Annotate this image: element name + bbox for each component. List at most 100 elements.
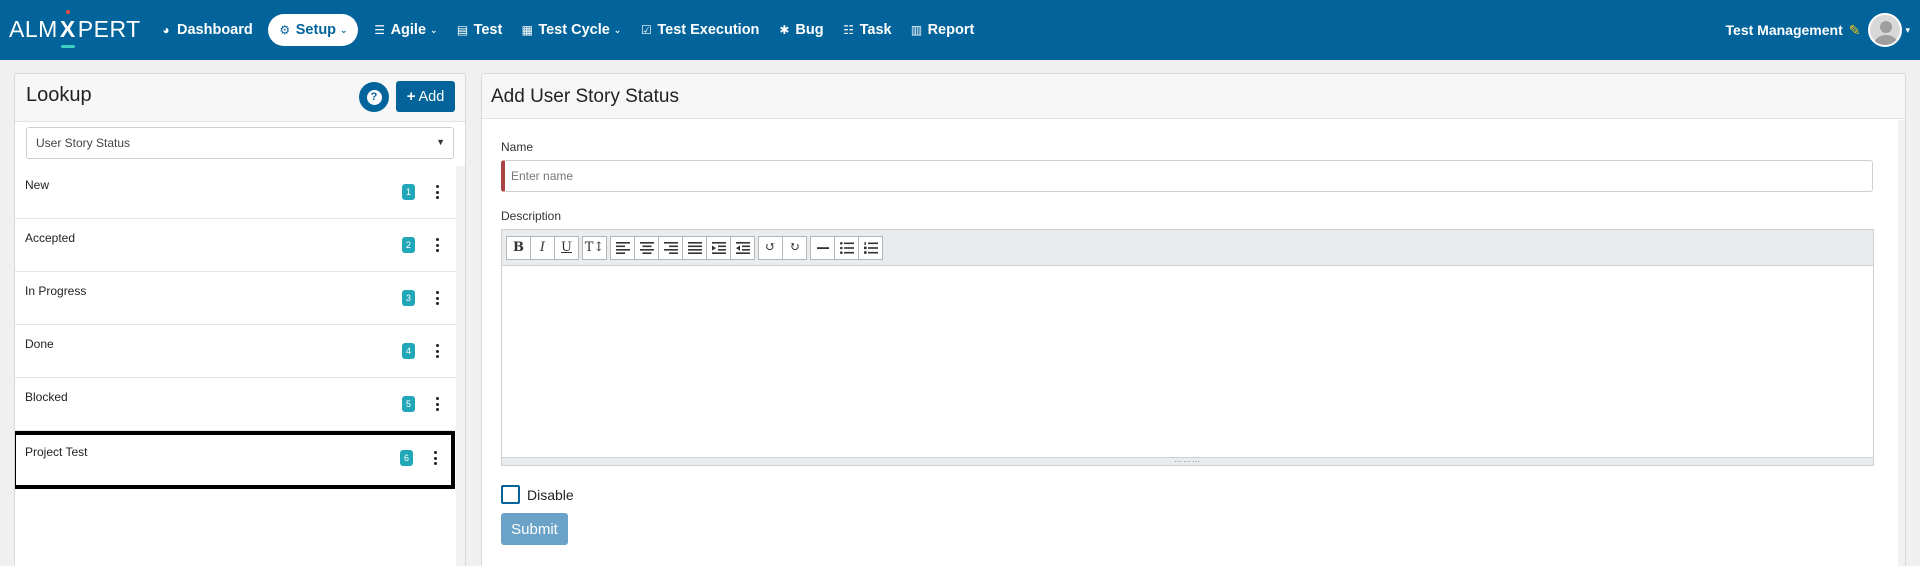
nav-task[interactable]: ☷ Task <box>833 14 901 46</box>
form-header: Add User Story Status <box>482 74 1905 119</box>
plus-icon: + <box>406 88 416 105</box>
bug-icon: ✱ <box>779 23 790 37</box>
more-options-icon[interactable] <box>433 236 441 254</box>
editor-resize-handle[interactable]: ⋯⋯⋯ <box>502 457 1873 465</box>
list-item[interactable]: New 1 <box>15 166 456 219</box>
format-group: B I U <box>506 235 579 260</box>
horizontal-rule-icon[interactable] <box>810 235 835 260</box>
font-size-button[interactable]: T↕ <box>582 235 607 260</box>
form-scrollbar[interactable] <box>1898 120 1905 566</box>
description-label: Description <box>501 209 562 223</box>
nav-test-execution[interactable]: ☑ Test Execution <box>630 14 768 46</box>
order-badge: 3 <box>402 290 415 306</box>
nav-agile[interactable]: ☰ Agile ⌄ <box>364 14 447 46</box>
project-name[interactable]: Test Management <box>1726 22 1843 38</box>
disable-option: Disable <box>501 485 574 504</box>
insert-group <box>810 235 883 260</box>
check-square-icon: ☑ <box>640 23 652 37</box>
help-button[interactable]: ? <box>359 82 389 112</box>
add-status-panel: Add User Story Status Name Description B… <box>481 73 1906 566</box>
chevron-down-icon: ⌄ <box>430 24 438 35</box>
lookup-type-select[interactable]: User Story Status ▼ <box>26 127 454 159</box>
list-item-name: Project Test <box>25 445 88 459</box>
list-item-name: In Progress <box>25 284 87 298</box>
dropdown-arrow-icon: ▼ <box>436 137 445 147</box>
submit-button[interactable]: Submit <box>501 513 568 545</box>
nav-setup-label: Setup <box>295 22 337 38</box>
align-right-icon[interactable] <box>658 235 683 260</box>
nav-test[interactable]: ▤ Test <box>447 14 512 46</box>
align-left-icon[interactable] <box>610 235 635 260</box>
more-options-icon[interactable] <box>433 289 441 307</box>
lookup-scrollbar[interactable] <box>456 166 465 566</box>
numbered-list-icon[interactable] <box>858 235 883 260</box>
chevron-down-icon[interactable]: ▾ <box>1905 25 1910 36</box>
align-justify-icon[interactable] <box>682 235 707 260</box>
order-badge: 4 <box>402 343 415 359</box>
history-group: ↺ ↻ <box>758 235 807 260</box>
align-center-icon[interactable] <box>634 235 659 260</box>
bold-button[interactable]: B <box>506 235 531 260</box>
add-button-label: Add <box>418 88 445 105</box>
disable-checkbox[interactable] <box>501 485 520 504</box>
nav-task-label: Task <box>859 22 892 38</box>
list-item-name: Done <box>25 337 54 351</box>
nav-test-cycle[interactable]: ▦ Test Cycle ⌄ <box>511 14 630 46</box>
more-options-icon[interactable] <box>433 183 441 201</box>
nav-bug[interactable]: ✱ Bug <box>768 14 832 46</box>
order-badge: 2 <box>402 237 415 253</box>
redo-icon[interactable]: ↻ <box>782 235 807 260</box>
logo-text-right: PERT <box>77 15 141 42</box>
nav-test-execution-label: Test Execution <box>657 22 760 38</box>
name-input[interactable] <box>501 160 1873 192</box>
logo-x-mark: X <box>58 9 78 48</box>
description-editor: B I U T↕ ↺ ↻ ⋯⋯⋯ <box>501 229 1874 466</box>
underline-button[interactable]: U <box>554 235 579 260</box>
top-navbar: ALM X PERT ◕ Dashboard ⚙ Setup ⌄ ☰ Agile ⌄… <box>0 0 1920 60</box>
nav-report[interactable]: ▥ Report <box>901 14 984 46</box>
nav-dashboard[interactable]: ◕ Dashboard <box>150 14 262 46</box>
bullet-list-icon[interactable] <box>834 235 859 260</box>
gears-icon: ⚙ <box>279 23 291 37</box>
list-item[interactable]: Accepted 2 <box>15 219 456 272</box>
nav-report-label: Report <box>927 22 975 38</box>
main-nav: ◕ Dashboard ⚙ Setup ⌄ ☰ Agile ⌄ ▤ Test ▦… <box>150 14 983 46</box>
editor-toolbar: B I U T↕ ↺ ↻ <box>502 230 1873 266</box>
description-textarea[interactable] <box>502 266 1873 459</box>
user-menu[interactable]: Test Management ✎ ▾ <box>1726 10 1910 50</box>
list-item[interactable]: Blocked 5 <box>15 378 456 431</box>
disable-label[interactable]: Disable <box>527 487 574 503</box>
logo-text-left: ALM <box>9 15 58 42</box>
add-button[interactable]: + Add <box>396 81 455 112</box>
table-icon: ▦ <box>521 23 533 37</box>
name-label: Name <box>501 140 534 154</box>
file-icon: ▤ <box>456 23 469 37</box>
order-badge: 6 <box>400 450 413 466</box>
list-item-name: Blocked <box>25 390 68 404</box>
nav-dashboard-label: Dashboard <box>177 22 253 38</box>
avatar[interactable] <box>1868 13 1903 47</box>
lookup-type-value: User Story Status <box>36 136 131 150</box>
list-item-selected[interactable]: Project Test 6 <box>15 431 455 489</box>
resize-grip-icon: ⋯⋯⋯ <box>1174 456 1201 466</box>
list-item[interactable]: In Progress 3 <box>15 272 456 325</box>
more-options-icon[interactable] <box>433 342 441 360</box>
align-group <box>610 235 755 260</box>
size-group: T↕ <box>582 235 607 260</box>
chevron-down-icon: ⌄ <box>613 24 622 35</box>
chevron-down-icon: ⌄ <box>340 24 348 35</box>
list-item[interactable]: Done 4 <box>15 325 456 378</box>
outdent-icon[interactable] <box>730 235 755 260</box>
nav-setup[interactable]: ⚙ Setup ⌄ <box>267 14 358 46</box>
italic-button[interactable]: I <box>530 235 555 260</box>
pencil-icon[interactable]: ✎ <box>1849 22 1861 39</box>
dashboard-icon: ◕ <box>162 23 170 37</box>
undo-icon[interactable]: ↺ <box>758 235 783 260</box>
list-item-name: New <box>25 178 50 192</box>
more-options-icon[interactable] <box>433 395 441 413</box>
more-options-icon[interactable] <box>431 449 439 467</box>
indent-icon[interactable] <box>706 235 731 260</box>
almxpert-logo[interactable]: ALM X PERT <box>9 9 141 48</box>
tasks-icon: ☷ <box>843 23 854 37</box>
lookup-header: Lookup ? + Add <box>15 74 465 122</box>
